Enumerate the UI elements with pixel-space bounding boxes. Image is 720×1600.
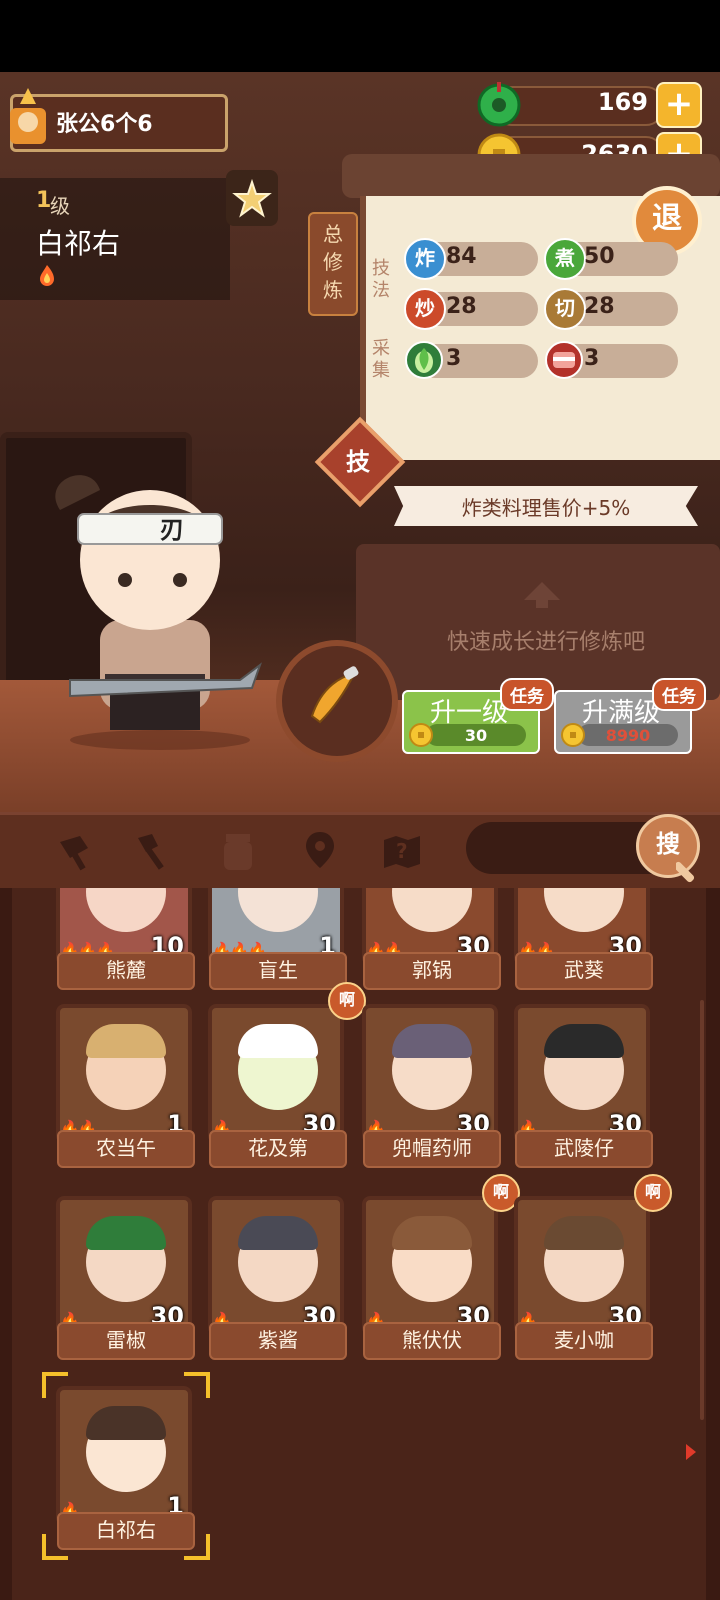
max-level-cost: 8990 [605,726,651,745]
character-name: 白祁右 [36,227,121,260]
task-tag: 任务 [652,678,706,711]
player-avatar-icon[interactable] [2,86,54,148]
character-name-plate[interactable]: 农当午 [57,1130,195,1168]
character-hair [238,1216,318,1250]
stirfry-icon: 炒 [404,288,446,330]
character-name-plate[interactable]: 武陵仔 [515,1130,653,1168]
jar-filter-icon[interactable] [216,828,260,872]
player-name: 张公6个6 [56,112,153,137]
svg-text:刃: 刃 [160,516,184,544]
stat-meat-value: 3 [584,346,600,371]
character-card[interactable]: 🔥 30 [514,1196,650,1336]
stat-cut-value: 28 [584,294,615,319]
character-name-plate[interactable]: 雷椒 [57,1322,195,1360]
character-name-plate[interactable]: 兜帽药师 [363,1130,501,1168]
stat-stirfry-value: 28 [446,294,477,319]
character-name-plate[interactable]: 熊伏伏 [363,1322,501,1360]
character-name-plate[interactable]: 武葵 [515,952,653,990]
character-hair [86,1216,166,1250]
character-name-plate[interactable]: 熊麓 [57,952,195,990]
character-hair [544,1024,624,1058]
knife-icon [310,666,359,724]
level-up-cost: 30 [464,726,488,745]
selection-corner [42,1372,68,1398]
tab-total-training[interactable]: 总 修 炼 [308,212,358,316]
chef-character: 刃 [55,475,263,750]
stat-fry-value: 84 [446,244,477,269]
skills-label-char: 法 [372,280,390,301]
star-icon [232,178,272,218]
side-tab-char: 炼 [323,278,343,302]
selection-corner [184,1372,210,1398]
selection-corner [42,1534,68,1560]
character-hair [392,1024,472,1058]
location-filter-icon[interactable] [298,828,342,872]
character-hair [86,1406,166,1440]
character-card[interactable]: 🔥 30 [362,1004,498,1144]
character-card[interactable]: 🔥 30 [362,1196,498,1336]
character-hair [392,1216,472,1250]
jade-value: 169 [597,88,648,116]
character-card[interactable]: 🔥 30 [208,1196,344,1336]
character-name-plate[interactable]: 紫酱 [209,1322,347,1360]
character-card[interactable]: 🔥 30 [56,1196,192,1336]
task-tag: 任务 [500,678,554,711]
boil-icon: 煮 [544,238,586,280]
character-name-plate[interactable]: 白祁右 [57,1512,195,1550]
gather-label: 采 集 [370,338,392,382]
skills-label-char: 技 [372,258,390,279]
meat-filter-icon[interactable] [52,828,96,872]
stat-boil-value: 50 [584,244,615,269]
roster-border-right [706,888,720,1600]
arrow-up-icon [524,582,560,608]
character-hair [238,1024,318,1058]
gather-label-char: 采 [372,338,390,359]
hint-panel [356,544,720,700]
add-jade-button[interactable]: + [656,82,702,128]
character-level-unit: 级 [50,194,70,218]
meat-icon [545,341,583,379]
vegetable-icon [405,341,443,379]
map-question-icon[interactable]: ? [380,828,424,872]
favorite-button[interactable] [226,170,278,226]
gather-label-char: 集 [372,360,390,381]
character-name-plate[interactable]: 麦小咖 [515,1322,653,1360]
stat-veg-value: 3 [446,346,462,371]
svg-text:?: ? [396,839,408,863]
arrow-right-icon[interactable] [684,1442,698,1462]
character-card[interactable]: 🔥 30 [208,1004,344,1144]
character-card[interactable]: 🔥 1 [56,1386,192,1526]
cut-icon: 切 [544,288,586,330]
new-badge: 啊 [634,1174,672,1212]
flame-icon [40,265,54,286]
new-badge: 啊 [328,982,366,1020]
selection-corner [184,1534,210,1560]
side-tab-char: 总 [323,222,343,246]
roster-border-left [0,888,12,1600]
skills-label: 技 法 [370,258,392,302]
character-name-plate[interactable]: 花及第 [209,1130,347,1168]
fry-icon: 炸 [404,238,446,280]
side-tab-char: 修 [323,250,343,274]
bonus-text: 炸类料理售价+5% [461,496,631,520]
equipment-slot[interactable] [276,640,398,762]
character-card[interactable]: 🔥 30 [514,1004,650,1144]
character-name-plate[interactable]: 郭锅 [363,952,501,990]
character-name-plate[interactable]: 盲生 [209,952,347,990]
skill-button-label[interactable]: 技 [338,442,378,477]
shovel-filter-icon[interactable] [132,828,176,872]
character-hair [86,1024,166,1058]
character-card[interactable]: 🔥🔥 1 [56,1004,192,1144]
roster-scrollbar[interactable] [700,1000,704,1420]
character-hair [544,1216,624,1250]
status-bar [0,0,720,72]
jade-icon [477,82,521,127]
hint-text: 快速成长进行修炼吧 [446,630,645,655]
magnifier-handle-icon [676,861,695,883]
